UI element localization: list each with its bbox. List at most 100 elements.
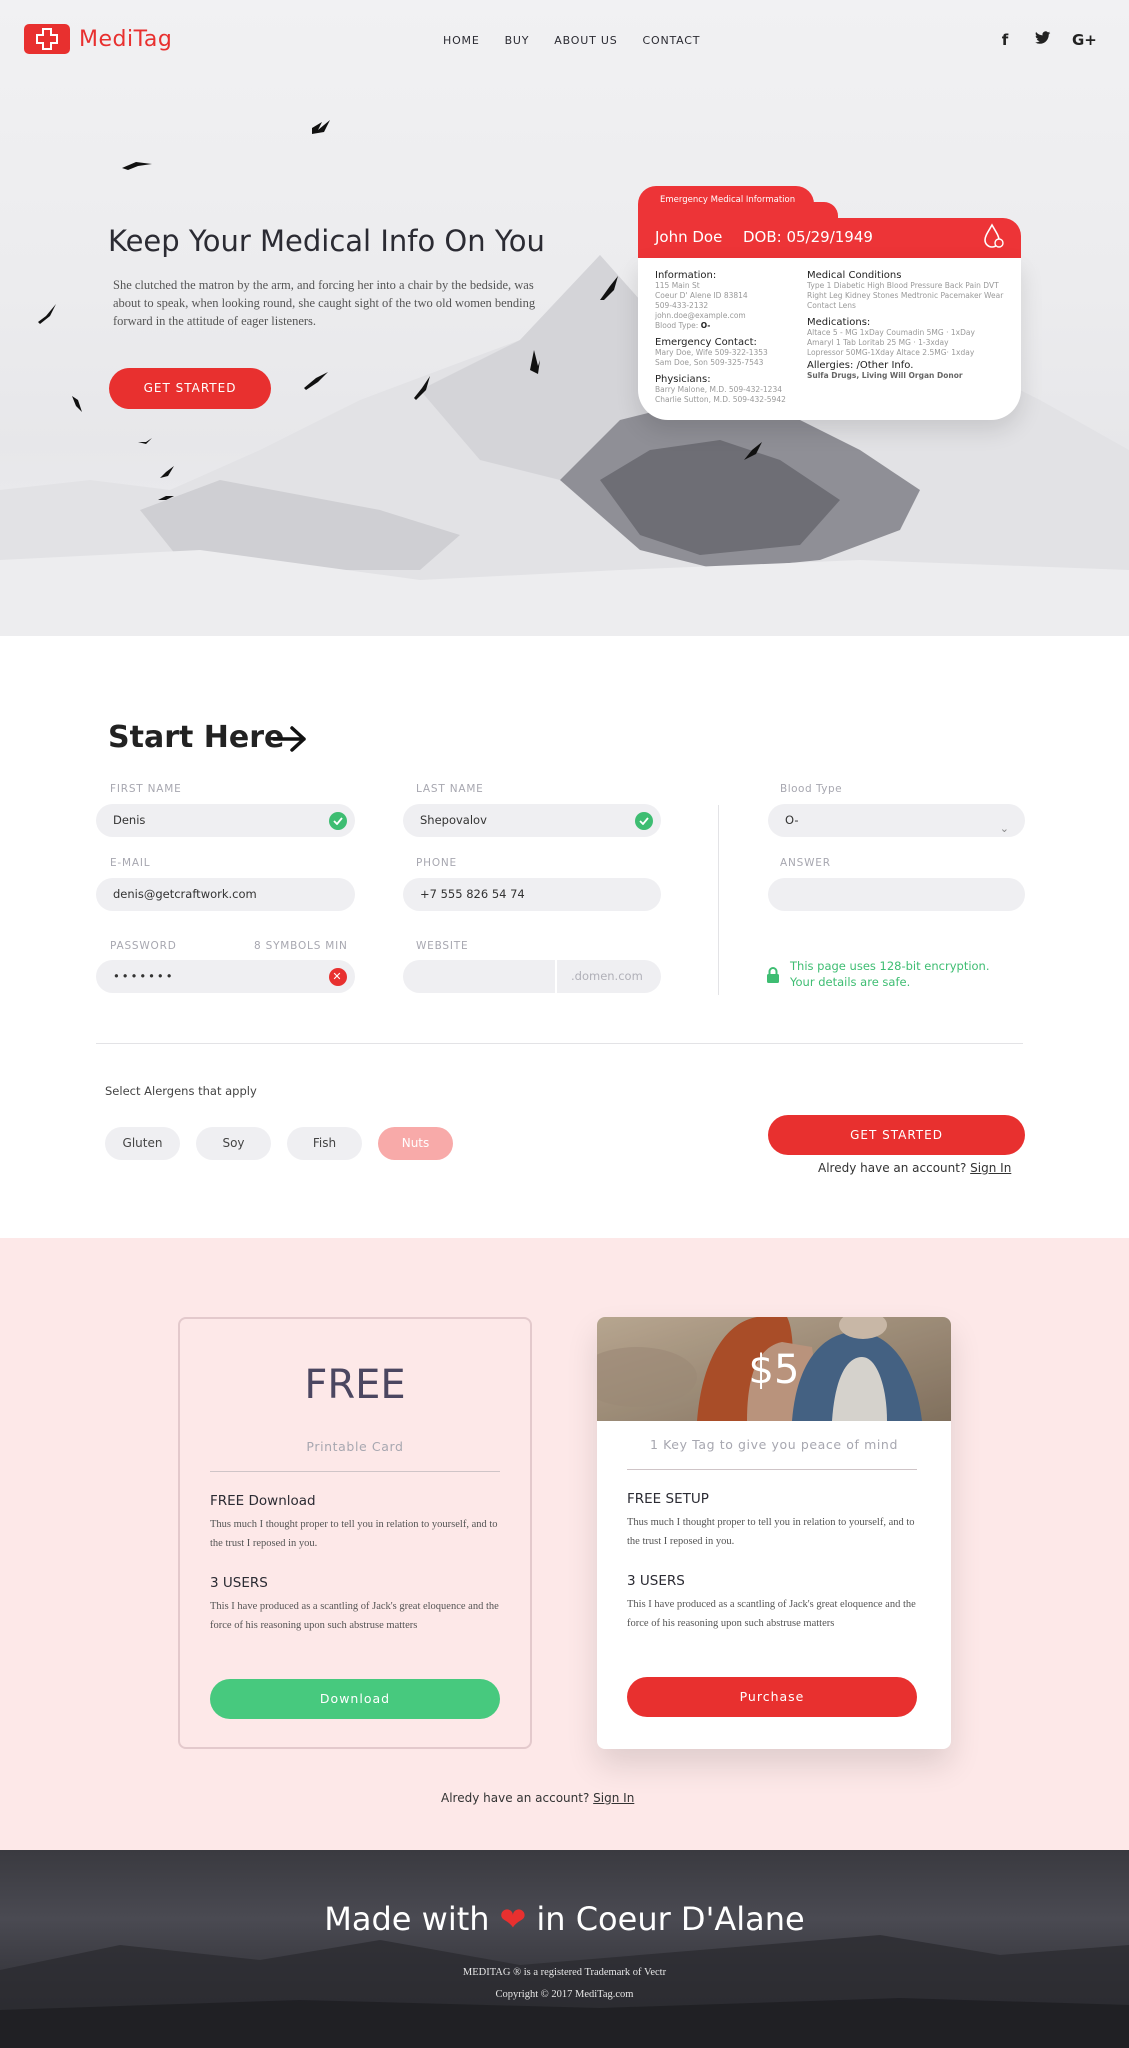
lock-icon [767, 967, 779, 983]
info-line: john.doe@example.com [655, 311, 746, 320]
last-name-label: LAST NAME [416, 783, 484, 795]
info-line: 115 Main St [655, 281, 700, 290]
paid-divider [627, 1469, 917, 1470]
footer-landscape [0, 1935, 1129, 2048]
conditions-title: Medical Conditions [807, 270, 902, 281]
answer-field[interactable] [768, 878, 1025, 911]
blood-type-select[interactable]: O- ⌄ [768, 804, 1025, 837]
patient-name: John Doe [655, 228, 723, 246]
info-title: Information: [655, 270, 717, 281]
email-field[interactable]: denis@getcraftwork.com [96, 878, 355, 911]
chevron-down-icon: ⌄ [999, 822, 1009, 835]
card-body: Information: 115 Main St Coeur D' Alene … [638, 258, 1021, 420]
paid-price: $5 [748, 1347, 800, 1393]
made-with-text: Made with ❤ in Coeur D'Alane [324, 1900, 805, 1938]
medications-title: Medications: [807, 317, 871, 328]
blood-type-value: O- [785, 813, 799, 827]
check-icon [329, 812, 347, 830]
first-name-field[interactable]: Denis [96, 804, 355, 837]
free-divider [210, 1471, 500, 1472]
phone-label: PHONE [416, 857, 457, 869]
security-notice: This page uses 128-bit encryption. Your … [766, 958, 990, 990]
email-label: E-MAIL [110, 857, 151, 869]
medications-text: Altace 5 - MG 1xDay Coumadin 5MG · 1xDay… [807, 328, 975, 357]
emergency-line: Mary Doe, Wife 509-322-1353 [655, 348, 768, 357]
paid-subtitle: 1 Key Tag to give you peace of mind [650, 1437, 898, 1452]
pricing-section [0, 1238, 1129, 1850]
patient-dob: DOB: 05/29/1949 [743, 228, 873, 246]
phone-value: +7 555 826 54 74 [420, 887, 525, 901]
first-name-value: Denis [113, 813, 146, 827]
phone-field[interactable]: +7 555 826 54 74 [403, 878, 661, 911]
allergen-chip-gluten[interactable]: Gluten [105, 1127, 180, 1160]
form-divider [96, 1043, 1023, 1044]
free-users-title: 3 USERS [210, 1575, 268, 1591]
allergen-chip-fish[interactable]: Fish [287, 1127, 362, 1160]
emergency-title: Emergency Contact: [655, 337, 757, 348]
arrow-right-icon [272, 726, 306, 752]
heart-icon: ❤ [499, 1900, 527, 1938]
last-name-value: Shepovalov [420, 813, 487, 827]
last-name-field[interactable]: Shepovalov [403, 804, 661, 837]
email-value: denis@getcraftwork.com [113, 887, 257, 901]
free-feature-text: Thus much I thought proper to tell you i… [210, 1519, 498, 1549]
form-title: Start Here [108, 720, 285, 755]
password-field[interactable]: ••••••• ✕ [96, 960, 355, 993]
trademark-text: MEDITAG ® is a registered Trademark of V… [462, 1967, 667, 1978]
card-info-column: Information: 115 Main St Coeur D' Alene … [655, 268, 805, 405]
free-subtitle: Printable Card [306, 1439, 404, 1454]
pricing-signin-text: Alredy have an account? Sign In [441, 1791, 635, 1805]
physician-line: Barry Malone, M.D. 509-432-1234 [655, 385, 783, 394]
form-signin-text: Alredy have an account? Sign In [818, 1161, 1012, 1175]
answer-label: ANSWER [780, 857, 831, 869]
pricing-card-free: FREE Printable Card FREE Download Thus m… [178, 1317, 532, 1749]
paid-feature-text: Thus much I thought proper to tell you i… [627, 1517, 915, 1547]
info-line: 509-433-2132 [655, 301, 709, 310]
purchase-button[interactable]: Purchase [627, 1677, 917, 1717]
hero-section: MediTag HOME BUY ABOUT US CONTACT f G+ K… [0, 0, 1129, 636]
physician-line: Charlie Sutton, M.D. 509-432-5942 [655, 395, 786, 404]
conditions-text: Type 1 Diabetic High Blood Pressure Back… [807, 281, 1004, 310]
blood-drop-icon [984, 223, 1004, 248]
card-tab-label: Emergency Medical Information [660, 195, 796, 205]
error-icon: ✕ [329, 968, 347, 986]
free-feature-title: FREE Download [210, 1493, 316, 1509]
hero-get-started-button[interactable]: GET STARTED [109, 368, 271, 409]
form-signin-link[interactable]: Sign In [970, 1161, 1011, 1175]
paid-users-title: 3 USERS [627, 1573, 685, 1589]
security-line: Your details are safe. [790, 975, 911, 989]
pricing-signin-link[interactable]: Sign In [593, 1791, 634, 1805]
column-divider [718, 805, 719, 995]
allergens-label: Select Alergens that apply [105, 1084, 257, 1098]
pricing-card-paid: $5 1 Key Tag to give you peace of mind F… [597, 1317, 951, 1749]
hero-copy: She clutched the matron by the arm, and … [113, 278, 536, 328]
allergies-title: Allergies: /Other Info. [807, 360, 914, 371]
password-label: PASSWORD [110, 940, 177, 952]
copyright-text: Copyright © 2017 MediTag.com [495, 1989, 634, 2000]
emergency-line: Sam Doe, Son 509-325-7543 [655, 358, 764, 367]
check-icon [635, 812, 653, 830]
allergen-chip-nuts[interactable]: Nuts [378, 1127, 453, 1160]
website-label: WEBSITE [416, 940, 469, 952]
free-price: FREE [304, 1362, 406, 1408]
allergen-chip-soy[interactable]: Soy [196, 1127, 271, 1160]
card-medical-column: Medical Conditions Type 1 Diabetic High … [807, 268, 1019, 381]
physicians-title: Physicians: [655, 374, 711, 385]
first-name-label: FIRST NAME [110, 783, 182, 795]
medical-info-card: Emergency Medical Information John Doe D… [638, 186, 1021, 420]
info-line: Coeur D' Alene ID 83814 [655, 291, 748, 300]
website-suffix: .domen.com [571, 969, 643, 983]
paid-users-text: This I have produced as a scantling of J… [627, 1599, 916, 1629]
website-field[interactable]: .domen.com [403, 960, 661, 993]
download-button[interactable]: Download [210, 1679, 500, 1719]
security-line: This page uses 128-bit encryption. [790, 959, 990, 973]
free-users-text: This I have produced as a scantling of J… [210, 1601, 499, 1631]
blood-type-line: Blood Type: O- [655, 321, 711, 330]
hero-title: Keep Your Medical Info On You [108, 224, 545, 258]
paid-feature-title: FREE SETUP [627, 1491, 709, 1507]
form-get-started-button[interactable]: GET STARTED [768, 1115, 1025, 1155]
allergies-text: Sulfa Drugs, Living Will Organ Donor [807, 371, 963, 380]
footer: Made with ❤ in Coeur D'Alane MEDITAG ® is … [0, 1850, 1129, 2048]
password-value: ••••••• [113, 969, 175, 983]
password-hint: 8 SYMBOLS MIN [254, 940, 348, 952]
